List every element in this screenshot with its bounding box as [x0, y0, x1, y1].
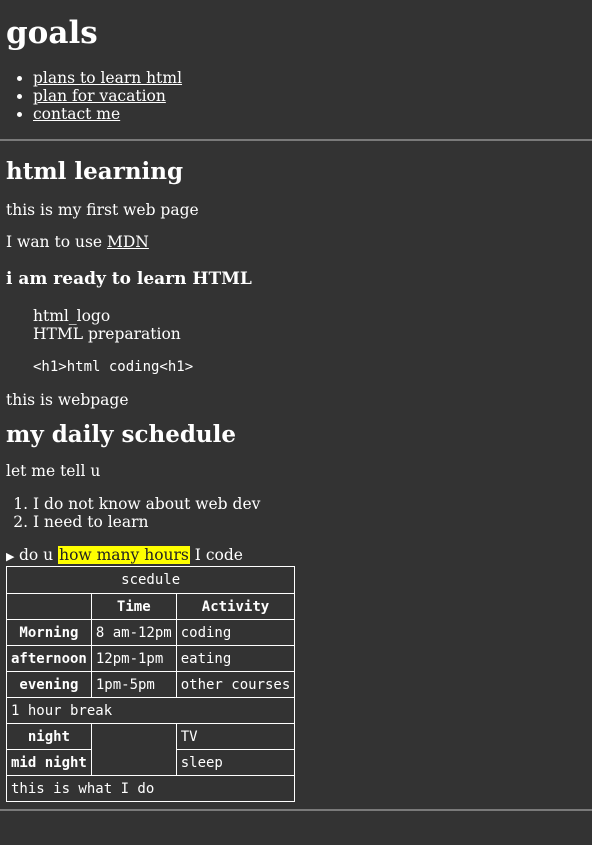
table-row: afternoon 12pm-1pm eating — [6, 645, 296, 672]
table-header-row: Time Activity — [6, 593, 296, 620]
divider-bottom — [0, 809, 592, 811]
table-row: night TV — [6, 723, 296, 776]
nav-link-contact[interactable]: contact me — [33, 105, 120, 123]
section-heading-schedule: my daily schedule — [6, 421, 237, 448]
quote-line-logo: html_logo — [33, 307, 111, 325]
first-page-text: this is my first web page — [6, 201, 199, 219]
details-suffix: I code — [189, 546, 243, 564]
list-item: I need to learn — [33, 513, 586, 531]
subheading-ready: i am ready to learn HTML — [6, 269, 252, 289]
cell-time-empty — [90, 723, 177, 776]
row-label-evening: evening — [6, 671, 92, 698]
highlighted-text: how many hours — [58, 546, 190, 564]
nav-item: plans to learn html — [33, 69, 586, 87]
table-footer-row: this is what I do — [5, 775, 296, 802]
mdn-prefix-text: I wan to use — [6, 233, 107, 251]
cell-activity: sleep — [175, 749, 296, 776]
footer-cell: this is what I do — [5, 775, 296, 802]
table-header-empty — [6, 593, 92, 620]
intro-text: let me tell u — [6, 462, 101, 480]
table-row-break: 1 hour break — [5, 697, 296, 724]
table-header-activity: Activity — [175, 593, 296, 620]
cell-time: 12pm-1pm — [90, 645, 177, 672]
nav-item: contact me — [33, 105, 586, 123]
table-caption: scedule — [6, 566, 296, 593]
table-row: Morning 8 am-12pm coding — [6, 619, 296, 646]
webpage-text: this is webpage — [6, 391, 129, 409]
cell-activity: other courses — [175, 671, 296, 698]
mdn-paragraph: I wan to use MDN — [6, 233, 586, 251]
disclosure-triangle-icon[interactable]: ▶ — [6, 548, 19, 566]
page: goals plans to learn html plan for vacat… — [0, 0, 592, 123]
nav-link-plans-html[interactable]: plans to learn html — [33, 69, 182, 87]
table-row: evening 1pm-5pm other courses — [6, 671, 296, 698]
section-heading-html-learning: html learning — [6, 158, 184, 185]
table-header-time: Time — [90, 593, 177, 620]
nav-item: plan for vacation — [33, 87, 586, 105]
blockquote: html_logo HTML preparation — [33, 307, 586, 343]
row-label-mid-night: mid night — [6, 749, 92, 776]
nav-link-vacation[interactable]: plan for vacation — [33, 87, 166, 105]
row-label-night: night — [6, 723, 92, 750]
mdn-link[interactable]: MDN — [107, 233, 149, 251]
list-item: I do not know about web dev — [33, 495, 586, 513]
schedule-table: scedule Time Activity Morning 8 am-12pm … — [5, 566, 296, 802]
cell-time: 8 am-12pm — [90, 619, 177, 646]
ordered-list: I do not know about web dev I need to le… — [6, 495, 586, 531]
divider-top — [0, 139, 592, 141]
break-cell: 1 hour break — [5, 697, 296, 724]
page-title: goals — [6, 15, 98, 51]
details-summary[interactable]: ▶ do u how many hours I code — [6, 546, 586, 566]
cell-activity: TV — [175, 723, 296, 750]
details-prefix: do u — [19, 546, 59, 564]
code-block: <h1>html coding<h1> — [33, 359, 194, 375]
quote-line-prep: HTML preparation — [33, 325, 181, 343]
nav-list: plans to learn html plan for vacation co… — [6, 69, 586, 123]
main-content: html learning this is my first web page … — [0, 157, 592, 802]
cell-time: 1pm-5pm — [90, 671, 177, 698]
row-label-afternoon: afternoon — [6, 645, 92, 672]
cell-activity: coding — [175, 619, 296, 646]
cell-activity: eating — [175, 645, 296, 672]
row-label-morning: Morning — [6, 619, 92, 646]
